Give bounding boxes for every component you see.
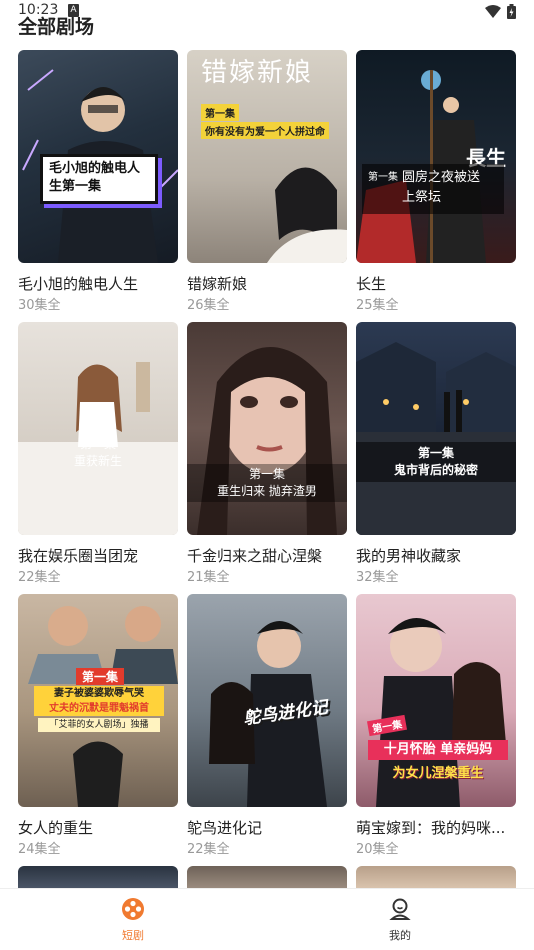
drama-poster[interactable]: 第一集 妻子被婆婆欺辱气哭 丈夫的沉默是罪魁祸首 「艾菲的女人剧场」独播 [18,594,178,807]
poster-episode: 第一集 [201,104,239,121]
episode-count: 22集全 [187,842,230,857]
drama-poster[interactable]: 長生 第一集 圆房之夜被送上祭坛 [356,50,516,263]
drama-poster-partial[interactable] [18,866,178,888]
poster-art [197,347,337,535]
poster-brand: 错嫁新娘 [201,58,314,88]
status-icons [485,4,516,19]
drama-poster[interactable]: 第一集 十月怀胎 单亲妈妈 为女儿涅槃重生 [356,594,516,807]
drama-title: 我在娱乐圈当团宠 [18,547,139,565]
user-icon [389,898,411,920]
wifi-icon [485,5,501,18]
poster-overlay-text: 重生归来 抛弃渣男 [217,484,317,498]
bottom-nav: 短剧 我的 [0,888,534,950]
drama-card[interactable]: 第一集 重获新生 我在娱乐圈当团宠 22集全 [18,322,178,585]
poster-caption: 第一集 鬼市背后的秘密 [356,442,516,482]
page-title: 全部剧场 [18,16,95,38]
drama-poster[interactable]: 毛小旭的触电人生第一集 [18,50,178,263]
poster-episode: 第一集 [79,437,116,451]
film-reel-icon [122,898,144,920]
episode-count: 26集全 [187,298,230,313]
drama-card[interactable]: 鸵鸟进化记 鸵鸟进化记 22集全 [187,594,347,857]
episode-count: 24集全 [18,842,61,857]
drama-title: 女人的重生 [18,819,94,837]
poster-title-box: 毛小旭的触电人生第一集 [40,154,158,204]
episode-count: 32集全 [356,570,399,585]
poster-caption: 第一集 重获新生 [18,436,178,470]
poster-caption-box: 第一集 圆房之夜被送上祭坛 [362,164,504,214]
drama-card[interactable]: 毛小旭的触电人生第一集 毛小旭的触电人生 30集全 [18,50,178,313]
nav-label-shorts: 短剧 [122,929,144,942]
drama-card[interactable]: 错嫁新娘 第一集 你有没有为爱一个人拼过命 错嫁新娘 26集全 [187,50,347,313]
drama-card[interactable]: 第一集 妻子被婆婆欺辱气哭 丈夫的沉默是罪魁祸首 「艾菲的女人剧场」独播 女人的… [18,594,178,857]
poster-overlay-text: 毛小旭的触电人生第一集 [49,161,141,194]
poster-overlay-text: 鬼市背后的秘密 [393,463,478,477]
poster-overlay-text-2: 丈夫的沉默是罪魁祸首 [49,703,149,714]
drama-title: 鸵鸟进化记 [187,819,263,837]
poster-overlay-text: 妻子被婆婆欺辱气哭 [54,688,144,699]
drama-title: 我的男神收藏家 [356,547,462,565]
drama-card[interactable]: 第一集 重生归来 抛弃渣男 千金归来之甜心涅槃 21集全 [187,322,347,585]
drama-poster[interactable]: 错嫁新娘 第一集 你有没有为爱一个人拼过命 [187,50,347,263]
poster-episode: 第一集 [417,446,454,460]
poster-overlay-text: 重获新生 [73,454,122,468]
poster-caption: 妻子被婆婆欺辱气哭 丈夫的沉默是罪魁祸首 [34,686,164,716]
poster-overlay-text: 圆房之夜被送上祭坛 [402,170,481,205]
poster-overlay-text: 你有没有为爱一个人拼过命 [201,122,329,139]
poster-art [18,362,178,535]
drama-poster-partial[interactable] [356,866,516,888]
drama-poster[interactable]: 第一集 鬼市背后的秘密 [356,322,516,535]
episode-count: 30集全 [18,298,61,313]
battery-icon [507,4,516,19]
nav-item-profile[interactable]: 我的 [370,897,430,943]
drama-poster[interactable]: 第一集 重获新生 [18,322,178,535]
poster-overlay-text-2: 为女儿涅槃重生 [392,766,484,781]
episode-count: 25集全 [356,298,399,313]
nav-label-profile: 我的 [389,929,411,942]
drama-card[interactable]: 長生 第一集 圆房之夜被送上祭坛 长生 25集全 [356,50,516,313]
drama-card[interactable]: 第一集 鬼市背后的秘密 我的男神收藏家 32集全 [356,322,516,585]
poster-art [356,342,516,535]
episode-count: 20集全 [356,842,399,857]
episode-count: 21集全 [187,570,230,585]
poster-overlay-text-3: 「艾菲的女人剧场」独播 [38,718,160,732]
poster-episode: 第一集 [368,172,398,183]
drama-title: 错嫁新娘 [187,275,248,293]
drama-title: 萌宝嫁到：我的妈咪... [356,819,506,837]
nav-item-shorts[interactable]: 短剧 [103,897,163,943]
drama-title: 千金归来之甜心涅槃 [187,547,323,565]
drama-poster[interactable]: 第一集 重生归来 抛弃渣男 [187,322,347,535]
drama-poster-partial[interactable] [187,866,347,888]
episode-count: 22集全 [18,570,61,585]
drama-title: 长生 [356,275,387,293]
poster-episode: 第一集 [248,467,285,481]
drama-card[interactable]: 第一集 十月怀胎 单亲妈妈 为女儿涅槃重生 萌宝嫁到：我的妈咪... 20集全 [356,594,516,857]
poster-overlay-text: 十月怀胎 单亲妈妈 [368,740,508,760]
poster-episode: 第一集 [76,668,125,685]
drama-poster[interactable]: 鸵鸟进化记 [187,594,347,807]
drama-title: 毛小旭的触电人生 [18,275,139,293]
poster-caption: 第一集 重生归来 抛弃渣男 [187,464,347,502]
